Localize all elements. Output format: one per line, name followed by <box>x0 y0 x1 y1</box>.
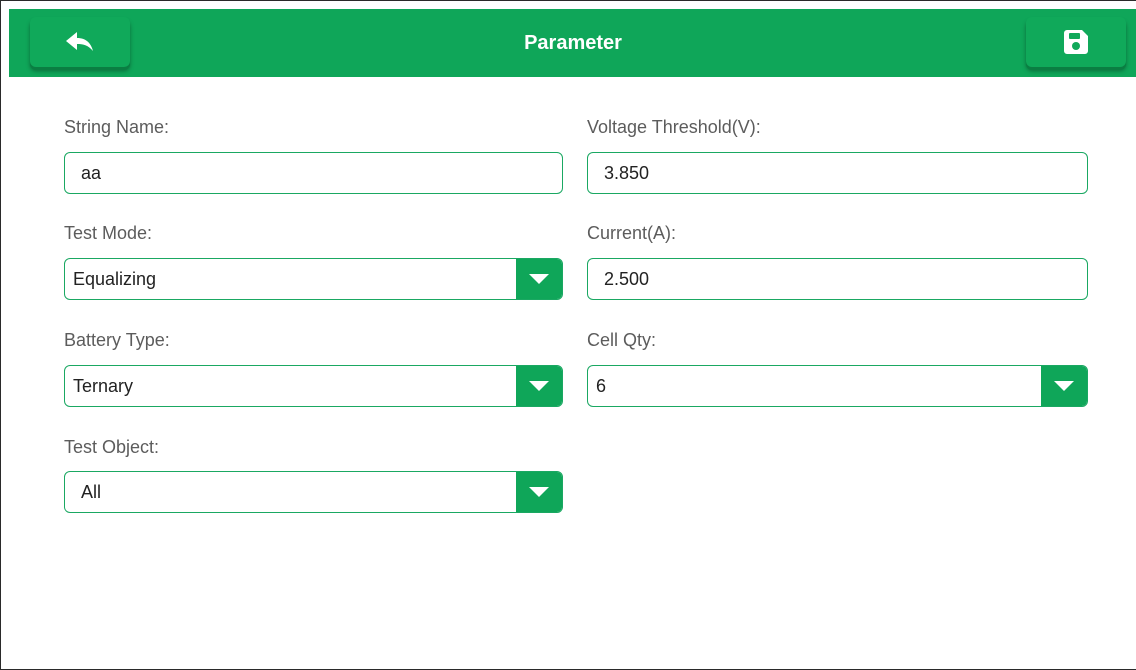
current-input[interactable]: 2.500 <box>587 258 1088 300</box>
string-name-input[interactable]: aa <box>64 152 563 194</box>
voltage-threshold-label: Voltage Threshold(V): <box>587 117 761 137</box>
cell-qty-value: 6 <box>596 375 607 396</box>
test-mode-dropdown-button[interactable] <box>516 259 562 299</box>
chevron-down-icon <box>1054 381 1074 391</box>
test-mode-select[interactable]: Equalizing <box>64 258 563 300</box>
chevron-down-icon <box>529 274 549 284</box>
header-bar: Parameter <box>9 9 1136 77</box>
string-name-value: aa <box>81 162 102 183</box>
chevron-down-icon <box>529 487 549 497</box>
cell-qty-label: Cell Qty: <box>587 330 657 350</box>
battery-type-label: Battery Type: <box>64 330 170 350</box>
test-object-label: Test Object: <box>64 437 160 457</box>
app-window: Parameter String Name: aa Voltage Thresh… <box>0 0 1136 670</box>
battery-type-value: Ternary <box>73 375 134 396</box>
test-object-dropdown-button[interactable] <box>516 472 562 512</box>
test-object-value: All <box>81 481 102 502</box>
back-arrow-icon <box>66 32 93 51</box>
back-button[interactable] <box>30 17 130 67</box>
voltage-threshold-value: 3.850 <box>604 162 650 183</box>
page-title: Parameter <box>524 31 622 54</box>
current-value: 2.500 <box>604 268 650 289</box>
battery-type-select[interactable]: Ternary <box>64 365 563 407</box>
test-mode-value: Equalizing <box>73 268 157 289</box>
save-floppy-icon <box>1064 30 1088 54</box>
save-button[interactable] <box>1026 17 1126 67</box>
test-mode-label: Test Mode: <box>64 223 153 243</box>
cell-qty-select[interactable]: 6 <box>587 365 1088 407</box>
voltage-threshold-input[interactable]: 3.850 <box>587 152 1088 194</box>
chevron-down-icon <box>529 381 549 391</box>
string-name-label: String Name: <box>64 117 170 137</box>
current-label: Current(A): <box>587 223 677 243</box>
parameter-form: String Name: aa Voltage Threshold(V): 3.… <box>9 77 1136 669</box>
test-object-select[interactable]: All <box>64 471 563 513</box>
battery-type-dropdown-button[interactable] <box>516 366 562 406</box>
cell-qty-dropdown-button[interactable] <box>1041 366 1087 406</box>
